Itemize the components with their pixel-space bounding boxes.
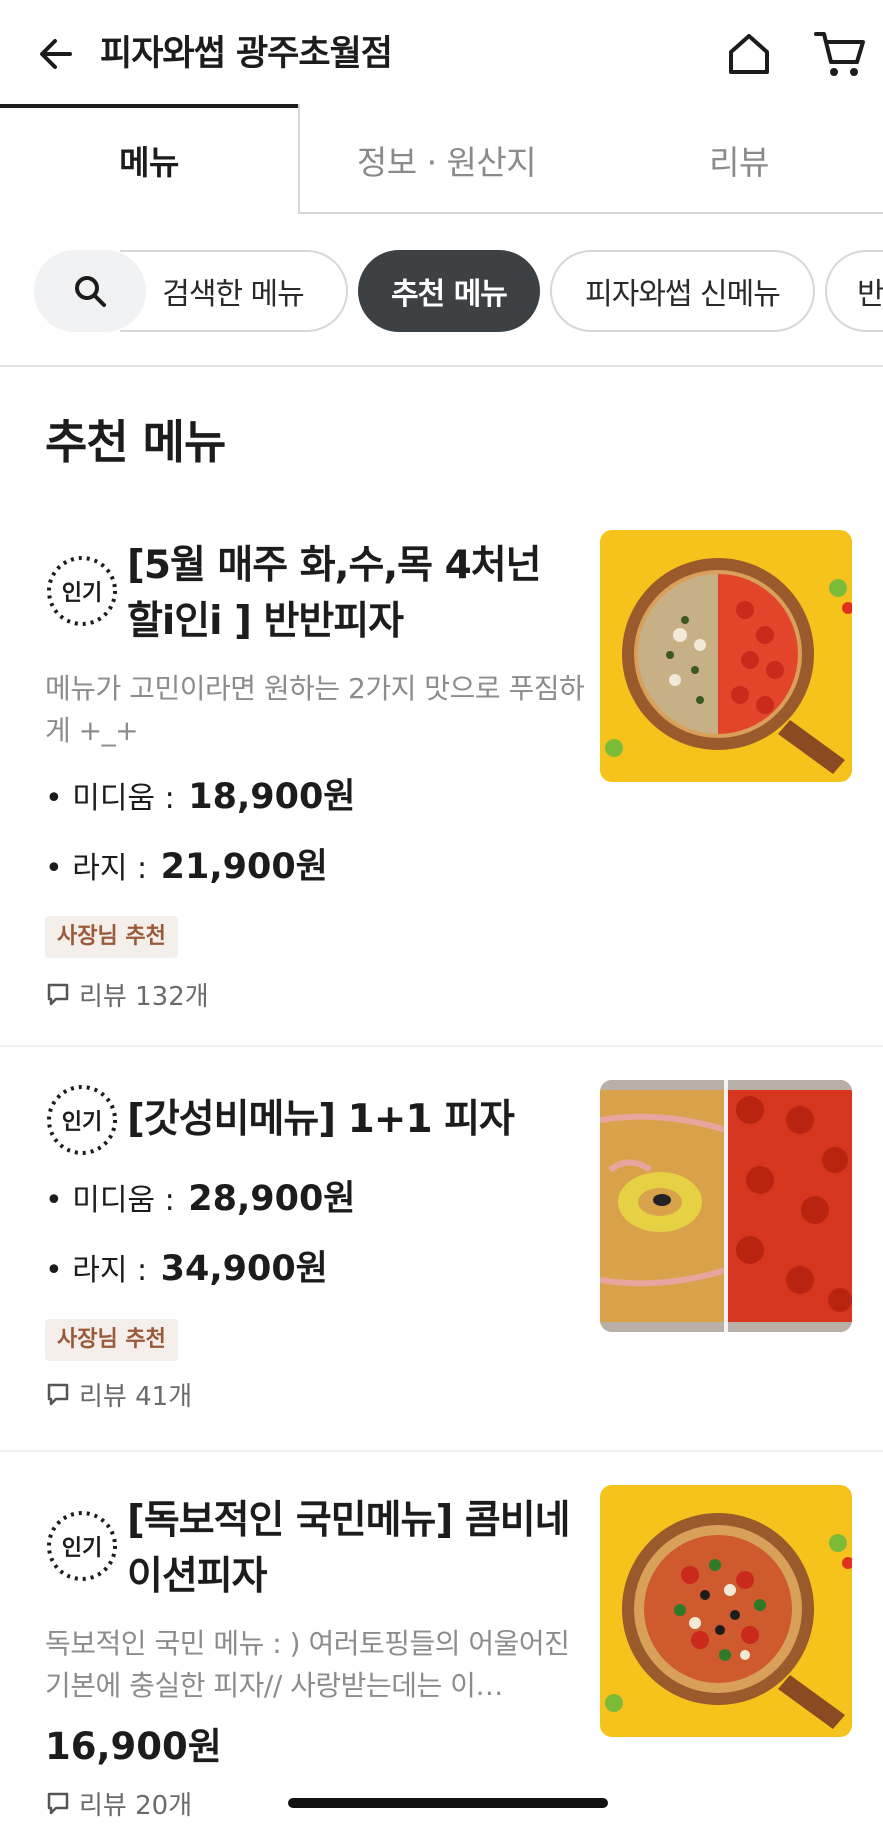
home-icon[interactable]	[723, 28, 775, 80]
menu-item-description: 메뉴가 고민이라면 원하는 2가지 맛으로 푸짐하게 +_+	[45, 672, 585, 747]
chip-half-half[interactable]: 반	[825, 250, 883, 332]
tab-review[interactable]: 리뷰	[595, 104, 883, 216]
review-count-label: 리뷰 41개	[79, 1381, 193, 1412]
price-label: • 라지 :	[45, 1253, 148, 1288]
price-large: • 라지 : 34,900원	[45, 1247, 328, 1293]
home-indicator	[288, 1798, 608, 1808]
price-medium: • 미디움 : 28,900원	[45, 1177, 356, 1223]
menu-item-image	[600, 1485, 852, 1737]
price-value: 18,900원	[188, 777, 356, 817]
menu-item[interactable]: 인기 [5월 매주 화,수,목 4처넌 할i인i ] 반반피자 메뉴가 고민이라…	[0, 530, 883, 1045]
menu-item-name: [5월 매주 화,수,목 4처넌 할i인i ] 반반피자	[127, 543, 542, 644]
speech-bubble-icon	[47, 1383, 69, 1406]
menu-item-name: [독보적인 국민메뉴] 콤비네이션피자	[127, 1498, 570, 1599]
item-divider	[0, 1045, 883, 1047]
chip-recommended-menu[interactable]: 추천 메뉴	[358, 250, 540, 332]
price-large: • 라지 : 21,900원	[45, 845, 328, 891]
price-value: 34,900원	[160, 1249, 328, 1289]
popular-badge-label: 인기	[62, 581, 102, 606]
review-count-label: 리뷰 20개	[79, 1790, 193, 1821]
speech-bubble-icon	[47, 1792, 69, 1815]
review-count-label: 리뷰 132개	[79, 981, 209, 1012]
popular-badge-label: 인기	[62, 1110, 102, 1135]
price-label: • 미디움 :	[45, 781, 175, 816]
price-label: • 라지 :	[45, 851, 148, 886]
price-label: • 미디움 :	[45, 1183, 175, 1218]
cart-icon[interactable]	[812, 28, 868, 80]
back-arrow-icon[interactable]	[32, 30, 80, 78]
category-chips: 검색한 메뉴 추천 메뉴 피자와썹 신메뉴 반	[0, 250, 883, 332]
chips-divider	[0, 365, 883, 367]
price-value: 28,900원	[188, 1179, 356, 1219]
search-icon	[75, 276, 106, 307]
item-divider	[0, 1450, 883, 1452]
price-medium: • 미디움 : 18,900원	[45, 775, 356, 821]
owner-recommend-tag: 사장님 추천	[45, 916, 178, 958]
chip-searched-menu[interactable]: 검색한 메뉴	[120, 250, 348, 332]
popular-badge-icon: 인기	[45, 1509, 119, 1583]
menu-item[interactable]: 인기 [갓성비메뉴] 1+1 피자 • 미디움 : 28,900원 • 라지 :…	[0, 1080, 883, 1450]
store-tabs: 메뉴 정보 · 원산지 리뷰	[0, 104, 883, 216]
review-count: 리뷰 41개	[45, 1376, 192, 1412]
owner-recommend-tag: 사장님 추천	[45, 1319, 178, 1361]
review-count: 리뷰 20개	[45, 1785, 192, 1821]
popular-badge-icon: 인기	[45, 1083, 119, 1157]
section-title: 추천 메뉴	[45, 415, 226, 469]
popular-badge-icon: 인기	[45, 554, 119, 628]
chip-new-menu[interactable]: 피자와썹 신메뉴	[550, 250, 815, 332]
tab-info-origin[interactable]: 정보 · 원산지	[298, 104, 595, 216]
price-value: 16,900원	[45, 1725, 222, 1768]
review-count: 리뷰 132개	[45, 976, 209, 1012]
popular-badge-label: 인기	[62, 1536, 102, 1561]
speech-bubble-icon	[47, 983, 69, 1006]
menu-item-image	[600, 1080, 852, 1332]
menu-item-image	[600, 530, 852, 782]
menu-item-description: 독보적인 국민 메뉴 : ) 여러토핑들의 어울어진 기본에 충실한 피자// …	[45, 1627, 570, 1702]
store-title: 피자와썹 광주초월점	[100, 34, 393, 74]
tab-menu[interactable]: 메뉴	[0, 104, 298, 216]
price-value: 21,900원	[160, 847, 328, 887]
search-button[interactable]	[34, 250, 146, 332]
menu-item[interactable]: 인기 [독보적인 국민메뉴] 콤비네이션피자 독보적인 국민 메뉴 : ) 여러…	[0, 1485, 883, 1829]
menu-item-name: [갓성비메뉴] 1+1 피자	[127, 1097, 515, 1142]
top-bar: 피자와썹 광주초월점	[0, 0, 883, 104]
